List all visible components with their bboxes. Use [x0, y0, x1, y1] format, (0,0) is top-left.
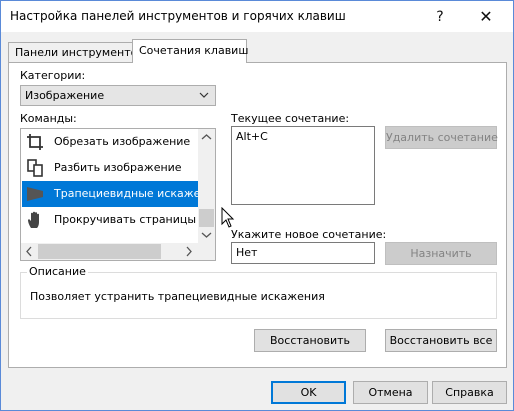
split-image-icon: [27, 159, 43, 177]
settings-dialog: Настройка панелей инструментов и горячих…: [0, 0, 514, 411]
list-item[interactable]: Трапециевидные искажения: [22, 181, 215, 207]
keystone-icon: [27, 187, 43, 201]
delete-shortcut-button[interactable]: Удалить сочетание: [385, 126, 498, 149]
new-shortcut-value: Нет: [236, 246, 258, 259]
restore-all-button[interactable]: Восстановить все: [385, 329, 497, 352]
tab-toolbars[interactable]: Панели инструментов: [8, 42, 144, 62]
mouse-cursor-icon: [221, 207, 235, 228]
chevron-right-icon[interactable]: [185, 246, 193, 257]
chevron-left-icon[interactable]: [25, 246, 33, 257]
chevron-down-icon: [199, 92, 209, 98]
categories-selected-value: Изображение: [25, 89, 105, 102]
list-item-label: Трапециевидные искажения: [54, 187, 216, 200]
help-button[interactable]: Справка: [432, 381, 507, 404]
list-item-label: Разбить изображение: [54, 161, 182, 174]
assign-button[interactable]: Назначить: [385, 242, 497, 265]
current-shortcut-label: Текущее сочетание:: [231, 112, 350, 125]
list-item[interactable]: Прокручивать страницы: [22, 207, 198, 233]
hand-icon: [28, 211, 39, 228]
chevron-up-icon[interactable]: [201, 133, 212, 141]
description-group: Описание Позволяет устранить трапециевид…: [20, 265, 497, 319]
close-icon: ✕: [479, 7, 493, 26]
horizontal-scroll-thumb[interactable]: [38, 244, 161, 259]
commands-list[interactable]: Обрезать изображение Разбить изображение…: [20, 128, 216, 261]
vertical-scroll-thumb[interactable]: [199, 209, 214, 227]
cancel-button[interactable]: Отмена: [353, 381, 428, 404]
new-shortcut-label: Укажите новое сочетание:: [231, 228, 387, 241]
tab-shortcuts[interactable]: Сочетания клавиш: [132, 39, 248, 63]
horizontal-scrollbar[interactable]: [21, 243, 198, 260]
crop-icon: [27, 134, 43, 150]
scroll-corner: [198, 243, 215, 260]
new-shortcut-input[interactable]: Нет: [231, 242, 375, 264]
current-shortcut-value: Alt+C: [236, 130, 268, 143]
description-text: Позволяет устранить трапециевидные искаж…: [30, 290, 325, 303]
restore-button[interactable]: Восстановить: [254, 329, 366, 352]
list-item-label: Прокручивать страницы: [54, 213, 197, 226]
categories-select[interactable]: Изображение: [20, 85, 216, 106]
shortcuts-tab-panel: Категории: Изображение Команды: Обрезать…: [8, 62, 507, 368]
list-item-label: Обрезать изображение: [54, 135, 191, 148]
help-title-button[interactable]: ?: [417, 1, 463, 32]
chevron-down-icon[interactable]: [201, 231, 212, 239]
categories-label: Категории:: [20, 69, 86, 82]
window-title: Настройка панелей инструментов и горячих…: [10, 9, 346, 23]
ok-button[interactable]: OK: [271, 381, 346, 404]
vertical-scrollbar[interactable]: [198, 129, 215, 243]
list-item[interactable]: Разбить изображение: [22, 155, 198, 181]
commands-label: Команды:: [20, 112, 77, 125]
close-button[interactable]: ✕: [463, 1, 509, 32]
description-title: Описание: [27, 265, 88, 278]
question-icon: ?: [436, 8, 444, 25]
current-shortcut-list[interactable]: Alt+C: [231, 126, 375, 205]
list-item[interactable]: Обрезать изображение: [22, 129, 198, 155]
title-bar: Настройка панелей инструментов и горячих…: [1, 1, 513, 32]
